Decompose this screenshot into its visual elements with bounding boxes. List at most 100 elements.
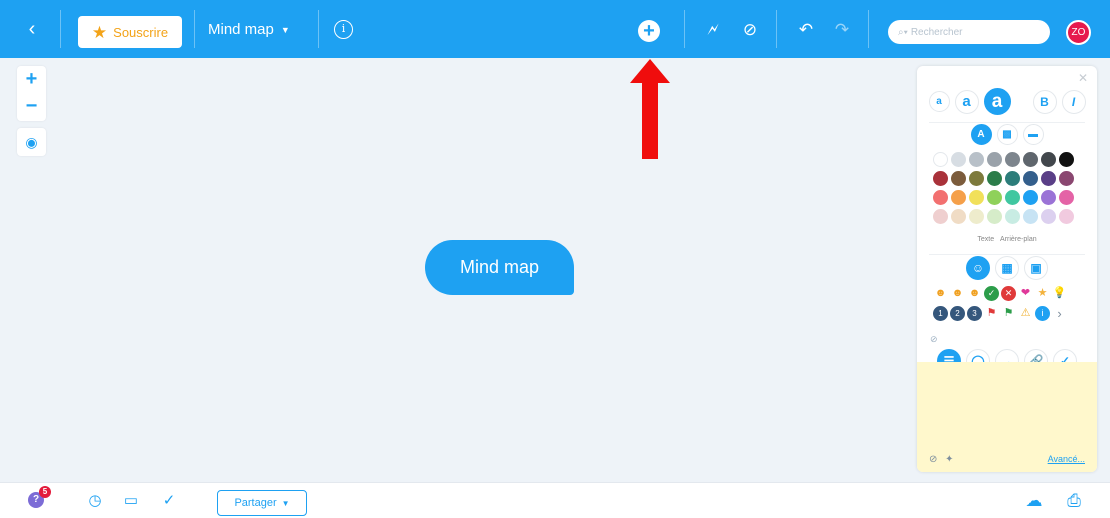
color-swatch[interactable] xyxy=(951,209,966,224)
bold-button[interactable]: B xyxy=(1032,89,1057,114)
red-flag-icon[interactable]: ⚑ xyxy=(984,306,999,321)
color-swatch[interactable] xyxy=(1041,152,1056,167)
smile-emoji-icon[interactable]: ☻ xyxy=(933,286,948,301)
share-button[interactable]: Partager ▼ xyxy=(217,490,307,516)
advanced-link[interactable]: Avancé... xyxy=(1048,454,1085,464)
undo-icon[interactable]: ↶ xyxy=(796,20,816,40)
color-swatch[interactable] xyxy=(987,152,1002,167)
color-swatch[interactable] xyxy=(1023,152,1038,167)
emoji-tab-icon[interactable]: ☺ xyxy=(966,256,990,280)
color-swatch[interactable] xyxy=(1005,171,1020,186)
zoom-in-icon[interactable]: + xyxy=(17,66,46,93)
subscribe-button[interactable]: ★ Souscrire xyxy=(78,16,182,48)
star-icon[interactable]: ★ xyxy=(1035,286,1050,301)
info-icon[interactable]: i xyxy=(334,20,353,39)
chevron-right-icon[interactable]: › xyxy=(1052,306,1067,321)
redo-icon[interactable]: ↷ xyxy=(832,20,852,40)
color-swatch[interactable] xyxy=(1005,152,1020,167)
green-flag-icon[interactable]: ⚑ xyxy=(1001,306,1016,321)
format-panel: ✕ a a a B I A ▩ ▬ Texte Arrière-plan ☺ ▦… xyxy=(917,66,1097,472)
color-swatch[interactable] xyxy=(951,152,966,167)
text-size-medium-button[interactable]: a xyxy=(954,89,979,114)
checkmark-icon[interactable]: ✓ xyxy=(160,492,178,510)
search-box[interactable]: ⌕▾ xyxy=(888,20,1050,44)
color-swatch[interactable] xyxy=(1023,190,1038,205)
priority-2-icon[interactable]: 2 xyxy=(950,306,965,321)
color-swatch[interactable] xyxy=(933,152,948,167)
lightbulb-icon[interactable]: 💡 xyxy=(1052,286,1067,301)
color-swatch[interactable] xyxy=(1041,190,1056,205)
text-size-large-button[interactable]: a xyxy=(983,88,1011,115)
color-swatch[interactable] xyxy=(951,171,966,186)
back-chevron-icon[interactable]: ‹ xyxy=(22,18,42,40)
add-node-button[interactable]: + xyxy=(638,20,660,42)
cloud-download-icon[interactable]: ☁ xyxy=(1025,492,1043,510)
text-color-tab-icon[interactable]: A xyxy=(970,124,992,145)
map-title-dropdown[interactable]: Mind map ▼ xyxy=(208,21,290,38)
heart-icon[interactable]: ❤ xyxy=(1018,286,1033,301)
cancel-icon[interactable]: ⊘ xyxy=(740,20,760,40)
zoom-controls: + − xyxy=(17,66,46,121)
color-swatch[interactable] xyxy=(969,209,984,224)
close-icon[interactable]: ✕ xyxy=(1078,71,1088,85)
cross-icon[interactable]: ✕ xyxy=(1001,286,1016,301)
color-swatch[interactable] xyxy=(1041,209,1056,224)
color-swatch[interactable] xyxy=(987,190,1002,205)
color-swatch[interactable] xyxy=(1005,209,1020,224)
search-input[interactable] xyxy=(910,26,1031,38)
image-tab-icon[interactable]: ▦ xyxy=(995,256,1019,280)
style-tabs-row: A ▩ ▬ xyxy=(917,124,1097,145)
color-swatch[interactable] xyxy=(969,171,984,186)
color-swatch[interactable] xyxy=(1059,209,1074,224)
color-swatch[interactable] xyxy=(987,171,1002,186)
presentation-icon[interactable]: ▭ xyxy=(122,492,140,510)
color-swatch[interactable] xyxy=(987,209,1002,224)
history-icon[interactable]: ◷ xyxy=(86,492,104,510)
color-swatch[interactable] xyxy=(969,190,984,205)
connect-relationship-icon[interactable]: 🗲 xyxy=(703,20,723,40)
remove-icon[interactable]: ⊘ xyxy=(930,334,938,345)
toolbar-divider xyxy=(684,10,685,48)
print-icon[interactable]: ⎙ xyxy=(1065,492,1083,510)
shape-tab-icon[interactable]: ▬ xyxy=(1022,124,1044,145)
toolbar-divider xyxy=(60,10,61,48)
color-swatch[interactable] xyxy=(969,152,984,167)
caret-down-icon: ▼ xyxy=(280,24,290,35)
color-swatch[interactable] xyxy=(1005,190,1020,205)
top-toolbar: ‹ ★ Souscrire Mind map ▼ i + 🗲 ⊘ ↶ ↷ ⌕▾ … xyxy=(0,0,1110,58)
text-style-row: a a a B I xyxy=(917,88,1097,115)
color-swatch[interactable] xyxy=(1059,152,1074,167)
background-color-tab[interactable]: Arrière-plan xyxy=(1000,236,1037,243)
divider xyxy=(929,254,1085,255)
background-color-tab-icon[interactable]: ▩ xyxy=(996,124,1018,145)
info-icon[interactable]: i xyxy=(1035,306,1050,321)
avatar[interactable]: ZO xyxy=(1066,20,1091,45)
text-size-small-button[interactable]: a xyxy=(928,91,950,112)
sad-emoji-icon[interactable]: ☻ xyxy=(967,286,982,301)
red-arrow-icon xyxy=(630,59,670,159)
divider xyxy=(929,122,1085,123)
central-node[interactable]: Mind map xyxy=(425,240,574,295)
zoom-out-icon[interactable]: − xyxy=(17,93,46,120)
priority-3-icon[interactable]: 3 xyxy=(967,306,982,321)
color-swatch[interactable] xyxy=(1023,171,1038,186)
color-swatch[interactable] xyxy=(1059,171,1074,186)
clear-icon[interactable]: ⊘ xyxy=(929,454,937,465)
priority-1-icon[interactable]: 1 xyxy=(933,306,948,321)
video-tab-icon[interactable]: ▣ xyxy=(1024,256,1048,280)
color-swatch[interactable] xyxy=(1023,209,1038,224)
center-map-icon[interactable]: ◉ xyxy=(17,128,46,156)
color-swatch[interactable] xyxy=(933,190,948,205)
magic-wand-icon[interactable]: ✦ xyxy=(945,454,953,465)
neutral-emoji-icon[interactable]: ☻ xyxy=(950,286,965,301)
color-swatch[interactable] xyxy=(933,209,948,224)
check-icon[interactable]: ✓ xyxy=(984,286,999,301)
color-swatch[interactable] xyxy=(1041,171,1056,186)
color-swatch[interactable] xyxy=(951,190,966,205)
color-swatch[interactable] xyxy=(933,171,948,186)
warning-icon[interactable]: ⚠ xyxy=(1018,306,1033,321)
italic-button[interactable]: I xyxy=(1061,89,1086,114)
text-color-tab[interactable]: Texte xyxy=(977,236,994,243)
color-swatch[interactable] xyxy=(1059,190,1074,205)
